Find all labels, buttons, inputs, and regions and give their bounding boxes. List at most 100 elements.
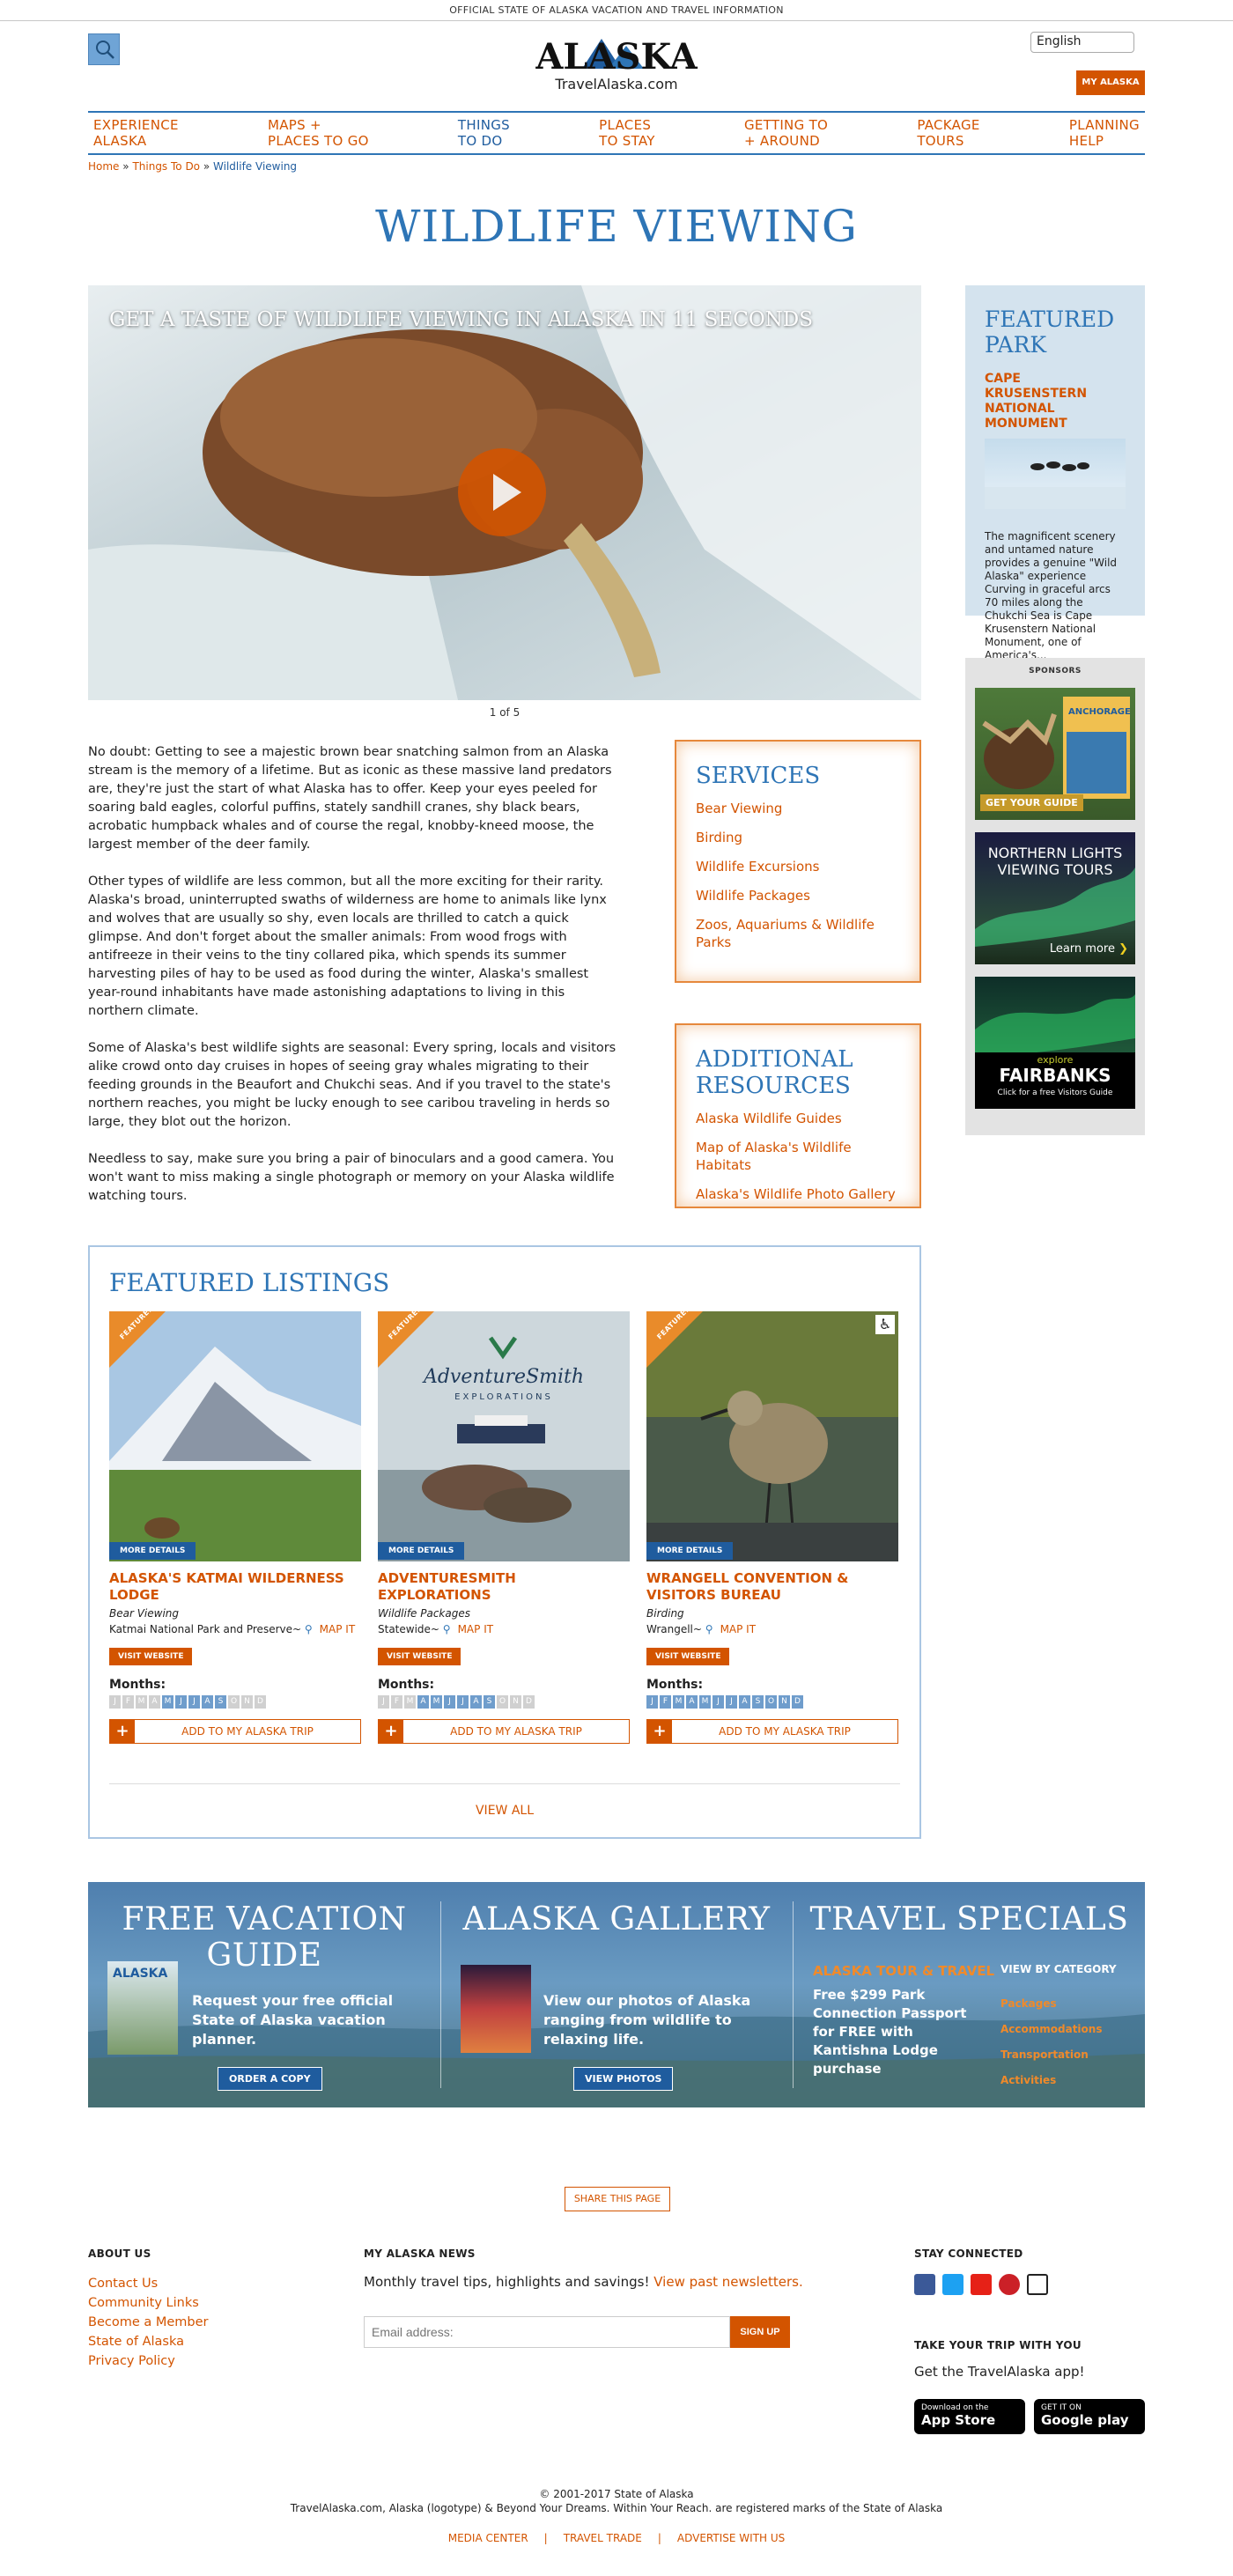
media-center-link[interactable]: MEDIA CENTER (448, 2532, 528, 2544)
breadcrumb-current: Wildlife Viewing (213, 160, 298, 173)
breadcrumb-home[interactable]: Home (88, 160, 119, 173)
listing-brand-sub: EXPLORATIONS (454, 1392, 553, 1402)
map-it-link[interactable]: MAP IT (720, 1623, 756, 1635)
resource-link[interactable]: Map of Alaska's Wildlife Habitats (696, 1139, 900, 1174)
youtube-icon[interactable] (971, 2274, 992, 2295)
nav-getting-around[interactable]: GETTING TO + AROUND (744, 113, 828, 153)
nav-package-tours[interactable]: PACKAGE TOURS (917, 113, 979, 153)
footer-link-community[interactable]: Community Links (88, 2293, 335, 2313)
play-button-icon[interactable] (458, 448, 546, 536)
nav-label-line1: THINGS (457, 117, 510, 133)
add-to-trip-button[interactable]: + ADD TO MY ALASKA TRIP (646, 1719, 898, 1744)
footer-link-privacy[interactable]: Privacy Policy (88, 2351, 335, 2371)
category-link-transportation[interactable]: Transportation (1000, 2042, 1102, 2068)
app-store-badge[interactable]: Download on the App Store (914, 2399, 1025, 2434)
visit-website-button[interactable]: VISIT WEBSITE (109, 1648, 193, 1665)
nav-label-line2: + AROUND (743, 133, 820, 149)
nav-maps-places[interactable]: MAPS + PLACES TO GO (268, 113, 369, 153)
footer-link-state[interactable]: State of Alaska (88, 2332, 335, 2351)
instagram-icon[interactable] (1027, 2274, 1048, 2295)
arrow-right-icon: ❯ (1119, 942, 1128, 956)
month-cell: J (712, 1695, 724, 1709)
listing-image[interactable]: FEATURED MORE DETAILS (109, 1311, 361, 1561)
hero-video[interactable]: GET A TASTE OF WILDLIFE VIEWING IN ALASK… (88, 285, 921, 700)
gallery-thumbnail[interactable] (461, 1965, 531, 2053)
month-cell: A (202, 1695, 213, 1709)
month-cell: A (149, 1695, 160, 1709)
category-link-packages[interactable]: Packages (1000, 1991, 1102, 2017)
nav-experience-alaska[interactable]: EXPERIENCE ALASKA (93, 113, 179, 153)
google-play-badge[interactable]: GET IT ON Google play (1034, 2399, 1145, 2434)
nav-places-to-stay[interactable]: PLACES TO STAY (599, 113, 655, 153)
nav-things-to-do[interactable]: THINGS TO DO (458, 113, 510, 153)
sponsor-ad-fairbanks[interactable]: explore FAIRBANKS Click for a free Visit… (975, 977, 1135, 1109)
resource-link[interactable]: Alaska Wildlife Guides (696, 1110, 900, 1127)
month-cell: J (726, 1695, 737, 1709)
category-link-activities[interactable]: Activities (1000, 2068, 1102, 2093)
sponsor-ad-northern-lights[interactable]: NORTHERN LIGHTS VIEWING TOURS Learn more… (975, 832, 1135, 964)
add-to-trip-button[interactable]: + ADD TO MY ALASKA TRIP (109, 1719, 361, 1744)
view-photos-button[interactable]: VIEW PHOTOS (573, 2067, 674, 2091)
featured-park-name[interactable]: CAPE KRUSENSTERN NATIONAL MONUMENT (985, 372, 1126, 432)
nav-planning-help[interactable]: PLANNING HELP (1069, 113, 1140, 153)
advertise-link[interactable]: ADVERTISE WITH US (677, 2532, 785, 2544)
footer-link-contact[interactable]: Contact Us (88, 2274, 335, 2293)
services-box: SERVICES Bear Viewing Birding Wildlife E… (675, 740, 921, 983)
more-details-button[interactable]: MORE DETAILS (646, 1542, 734, 1560)
order-copy-button[interactable]: ORDER A COPY (218, 2067, 322, 2091)
featured-park-image[interactable] (985, 439, 1126, 509)
guide-cover-brand: ALASKA (113, 1967, 168, 1981)
twitter-icon[interactable] (942, 2274, 964, 2295)
more-details-button[interactable]: MORE DETAILS (378, 1542, 465, 1560)
share-page-button[interactable]: SHARE THIS PAGE (565, 2187, 670, 2211)
guide-cover-image[interactable]: ALASKA (107, 1961, 178, 2055)
service-link[interactable]: Wildlife Packages (696, 887, 900, 904)
map-it-link[interactable]: MAP IT (458, 1623, 493, 1635)
facebook-icon[interactable] (914, 2274, 935, 2295)
ad-subtitle: Click for a free Visitors Guide (997, 1089, 1113, 1097)
service-link[interactable]: Bear Viewing (696, 800, 900, 817)
service-link[interactable]: Birding (696, 829, 900, 846)
service-link[interactable]: Wildlife Excursions (696, 858, 900, 875)
listing-title[interactable]: ALASKA'S KATMAI WILDERNESS LODGE (109, 1570, 361, 1604)
sign-up-button[interactable]: SIGN UP (730, 2316, 790, 2348)
travel-trade-link[interactable]: TRAVEL TRADE (564, 2532, 642, 2544)
footer-link-member[interactable]: Become a Member (88, 2313, 335, 2332)
pinterest-icon[interactable] (999, 2274, 1020, 2295)
month-cell: O (497, 1695, 508, 1709)
specials-subtitle[interactable]: ALASKA TOUR & TRAVEL (813, 1963, 994, 1979)
email-field[interactable] (364, 2316, 730, 2348)
my-alaska-button[interactable]: MY ALASKA (1076, 70, 1145, 95)
newsletter-desc: Monthly travel tips, highlights and savi… (364, 2274, 650, 2290)
listing-image[interactable]: ♿ FEATURED MORE DETAILS (646, 1311, 898, 1561)
listing-cards: FEATURED MORE DETAILS ALASKA'S KATMAI WI… (109, 1311, 900, 1744)
resource-link[interactable]: Alaska's Wildlife Photo Gallery (696, 1185, 900, 1203)
plus-icon: + (647, 1720, 672, 1743)
site-logo[interactable]: ALASKA TravelAlaska.com (521, 33, 712, 92)
featured-listings-title: FEATURED LISTINGS (109, 1268, 390, 1297)
map-it-link[interactable]: MAP IT (320, 1623, 355, 1635)
language-select[interactable]: English (1030, 32, 1134, 53)
featured-park: FEATURED PARK CAPE KRUSENSTERN NATIONAL … (965, 285, 1145, 661)
month-cell: A (739, 1695, 750, 1709)
featured-listings: FEATURED LISTINGS FEATURED MORE DETAILS … (88, 1245, 921, 1839)
sponsor-ad-anchorage[interactable]: ANCHORAGE GET YOUR GUIDE (975, 688, 1135, 820)
view-all-link[interactable]: VIEW ALL (109, 1783, 900, 1818)
listing-title[interactable]: WRANGELL CONVENTION & VISITORS BUREAU (646, 1570, 898, 1604)
social-icons (914, 2274, 1145, 2299)
body-paragraph: Other types of wildlife are less common,… (88, 875, 607, 1018)
category-link-accommodations[interactable]: Accommodations (1000, 2017, 1102, 2042)
visit-website-button[interactable]: VISIT WEBSITE (646, 1648, 730, 1665)
newsletter-title: MY ALASKA NEWS (364, 2248, 476, 2260)
listing-title[interactable]: ADVENTURESMITH EXPLORATIONS (378, 1570, 630, 1604)
visit-website-button[interactable]: VISIT WEBSITE (378, 1648, 461, 1665)
service-link[interactable]: Zoos, Aquariums & Wildlife Parks (696, 916, 900, 951)
breadcrumb-things-to-do[interactable]: Things To Do (132, 160, 200, 173)
past-newsletters-link[interactable]: View past newsletters. (653, 2274, 803, 2290)
nav-label-line2: ALASKA (93, 133, 147, 149)
more-details-button[interactable]: MORE DETAILS (109, 1542, 196, 1560)
listing-image[interactable]: AdventureSmith EXPLORATIONS FEATURED MOR… (378, 1311, 630, 1561)
add-to-trip-button[interactable]: + ADD TO MY ALASKA TRIP (378, 1719, 630, 1744)
search-button[interactable] (88, 33, 120, 65)
add-trip-label: ADD TO MY ALASKA TRIP (719, 1725, 851, 1738)
